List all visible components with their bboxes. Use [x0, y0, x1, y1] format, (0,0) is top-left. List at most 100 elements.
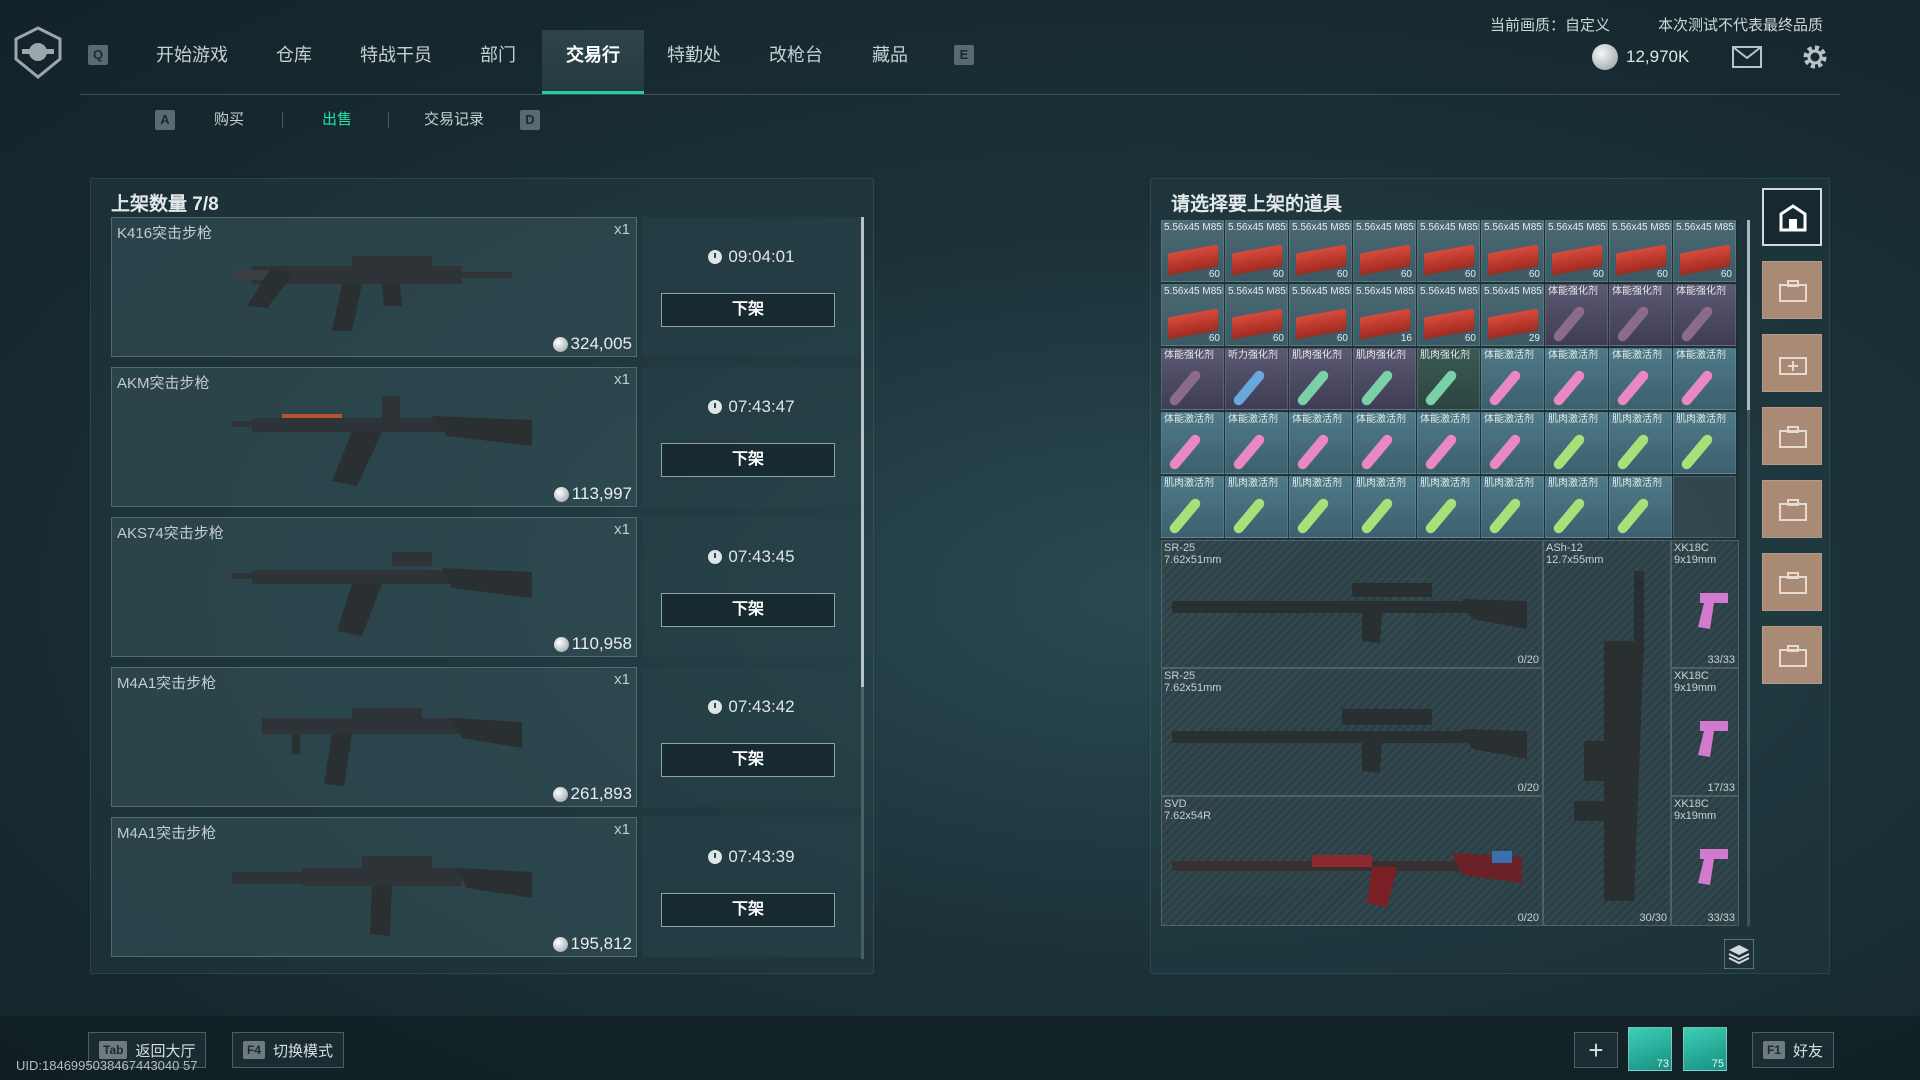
storage-tab-3[interactable]	[1762, 334, 1822, 392]
consumable-slot[interactable]: 听力强化剂	[1225, 348, 1288, 410]
avatar[interactable]: 75	[1683, 1027, 1727, 1071]
friends-button[interactable]: F1 好友	[1752, 1032, 1835, 1068]
consumable-slot[interactable]: 肌肉激活剂	[1353, 476, 1416, 538]
scrollbar-thumb[interactable]	[861, 217, 864, 687]
weapon-slot[interactable]: SR-25 7.62x51mm 0/20	[1161, 668, 1543, 796]
consumable-slot[interactable]: 肌肉激活剂	[1545, 412, 1608, 474]
consumable-slot[interactable]: 肌肉强化剂	[1353, 348, 1416, 410]
ammo-slot[interactable]: 5.56x45 M855 29	[1481, 284, 1544, 346]
delist-button[interactable]: 下架	[661, 743, 835, 777]
storage-tab-2[interactable]	[1762, 261, 1822, 319]
consumable-slot[interactable]: 体能激活剂	[1289, 412, 1352, 474]
ammo-slot[interactable]: 5.56x45 M855A1 60	[1417, 284, 1480, 346]
listing-card[interactable]: K416突击步枪 x1 324,005	[111, 217, 637, 357]
delist-button[interactable]: 下架	[661, 593, 835, 627]
consumable-slot[interactable]: 肌肉强化剂	[1289, 348, 1352, 410]
subnav-buy[interactable]: 购买	[214, 108, 244, 129]
nav-warehouse[interactable]: 仓库	[262, 30, 326, 94]
consumable-slot[interactable]: 体能激活剂	[1225, 412, 1288, 474]
consumable-slot[interactable]: 肌肉激活剂	[1481, 476, 1544, 538]
consumable-slot[interactable]: 肌肉激活剂	[1609, 412, 1672, 474]
game-logo-icon[interactable]	[10, 25, 66, 81]
listings-scrollbar[interactable]	[861, 217, 864, 959]
listing-card[interactable]: M4A1突击步枪 x1 195,812	[111, 817, 637, 957]
weapon-slot[interactable]: SR-25 7.62x51mm 0/20	[1161, 540, 1543, 668]
ammo-slot[interactable]: 5.56x45 M855A1 60	[1289, 220, 1352, 282]
listing-card[interactable]: AKS74突击步枪 x1 110,958	[111, 517, 637, 657]
consumable-slot[interactable]: 肌肉激活剂	[1161, 476, 1224, 538]
consumable-slot[interactable]: 体能激活剂	[1609, 348, 1672, 410]
ammo-slot[interactable]: 5.56x45 M855A1 60	[1353, 220, 1416, 282]
item-label: 体能激活剂	[1484, 350, 1534, 361]
consumable-slot[interactable]: 肌肉激活剂	[1673, 412, 1736, 474]
consumable-slot[interactable]: 体能强化剂	[1161, 348, 1224, 410]
ammo-slot[interactable]: 5.56x45 M855A1 60	[1225, 284, 1288, 346]
nav-collection[interactable]: 藏品	[858, 30, 922, 94]
listing-card[interactable]: AKM突击步枪 x1 113,997	[111, 367, 637, 507]
consumable-slot[interactable]: 体能激活剂	[1673, 348, 1736, 410]
scrollbar-thumb[interactable]	[1747, 220, 1750, 410]
delist-button[interactable]: 下架	[661, 443, 835, 477]
ammo-slot[interactable]: 5.56x45 M855A1 16	[1353, 284, 1416, 346]
mail-icon[interactable]	[1732, 46, 1762, 68]
ammo-slot[interactable]: 5.56x45 M855A1 60	[1225, 220, 1288, 282]
nav-start-game[interactable]: 开始游戏	[142, 30, 242, 94]
storage-tab-6[interactable]	[1762, 553, 1822, 611]
consumable-slot[interactable]: 体能强化剂	[1609, 284, 1672, 346]
storage-tab-home[interactable]	[1762, 188, 1822, 246]
ammo-slot[interactable]: 5.56x45 M855A1 60	[1289, 284, 1352, 346]
consumable-slot[interactable]: 肌肉激活剂	[1417, 476, 1480, 538]
storage-tab-4[interactable]	[1762, 407, 1822, 465]
nav-special-service[interactable]: 特勤处	[654, 30, 734, 94]
consumable-slot[interactable]: 体能激活剂	[1481, 348, 1544, 410]
storage-tab-5[interactable]	[1762, 480, 1822, 538]
nav-department[interactable]: 部门	[466, 30, 530, 94]
consumable-slot[interactable]: 肌肉激活剂	[1609, 476, 1672, 538]
consumable-slot[interactable]: 肌肉激活剂	[1289, 476, 1352, 538]
ammo-slot[interactable]: 5.56x45 M855A1 60	[1161, 284, 1224, 346]
delist-button[interactable]: 下架	[661, 293, 835, 327]
consumable-slot[interactable]: 体能激活剂	[1481, 412, 1544, 474]
subnav-trade-records[interactable]: 交易记录	[424, 108, 484, 129]
consumable-slot[interactable]: 肌肉激活剂	[1225, 476, 1288, 538]
weapon-slot[interactable]: XK18C 9x19mm 33/33	[1671, 796, 1739, 926]
weapon-slot[interactable]: ASh-12 12.7x55mm 30/30	[1543, 540, 1671, 926]
subnav-sell[interactable]: 出售	[322, 108, 352, 129]
consumable-slot[interactable]: 体能激活剂	[1161, 412, 1224, 474]
injector-icon	[1679, 304, 1715, 344]
consumable-slot[interactable]: 肌肉激活剂	[1545, 476, 1608, 538]
consumable-slot[interactable]: 体能强化剂	[1545, 284, 1608, 346]
ammo-slot[interactable]: 5.56x45 M855A1 60	[1609, 220, 1672, 282]
ammo-slot[interactable]: 5.56x45 M855A1 60	[1481, 220, 1544, 282]
nav-trading-house[interactable]: 交易行	[542, 30, 644, 94]
weapon-name: ASh-12 12.7x55mm	[1546, 542, 1604, 566]
consumable-slot[interactable]: 体能激活剂	[1417, 412, 1480, 474]
weapon-slot[interactable]: XK18C 9x19mm 33/33	[1671, 540, 1739, 668]
nav-gunsmith[interactable]: 改枪台	[756, 30, 836, 94]
settings-gear-icon[interactable]	[1800, 42, 1830, 72]
graphics-quality-label: 当前画质：自定义	[1490, 17, 1611, 34]
currency-balance[interactable]: 12,970K	[1592, 44, 1689, 70]
add-friend-button[interactable]: +	[1574, 1032, 1618, 1068]
ammo-slot[interactable]: 5.56x45 M855A1 60	[1545, 220, 1608, 282]
switch-mode-button[interactable]: F4 切换模式	[232, 1032, 345, 1068]
delist-button[interactable]: 下架	[661, 893, 835, 927]
ammo-slot[interactable]: 5.56x45 M855A1 60	[1417, 220, 1480, 282]
empty-slot[interactable]	[1673, 476, 1736, 538]
consumable-slot[interactable]: 体能强化剂	[1673, 284, 1736, 346]
consumable-slot[interactable]: 肌肉强化剂	[1417, 348, 1480, 410]
layers-icon[interactable]	[1724, 939, 1754, 969]
inventory-scrollbar[interactable]	[1747, 220, 1750, 926]
weapon-slot[interactable]: XK18C 9x19mm 17/33	[1671, 668, 1739, 796]
ammo-slot[interactable]: 5.56x45 M855A1 60	[1673, 220, 1736, 282]
weapon-slot[interactable]: SVD 7.62x54R 0/20	[1161, 796, 1543, 926]
listing-card[interactable]: M4A1突击步枪 x1 261,893	[111, 667, 637, 807]
subnav-next-key-hint: D	[520, 110, 540, 130]
avatar[interactable]: 73	[1628, 1027, 1672, 1071]
ammo-slot[interactable]: 5.56x45 M855A1 60	[1161, 220, 1224, 282]
storage-tab-7[interactable]	[1762, 626, 1822, 684]
consumable-slot[interactable]: 体能激活剂	[1545, 348, 1608, 410]
consumable-slot[interactable]: 体能激活剂	[1353, 412, 1416, 474]
injector-icon	[1167, 496, 1203, 536]
nav-operators[interactable]: 特战干员	[348, 30, 444, 94]
